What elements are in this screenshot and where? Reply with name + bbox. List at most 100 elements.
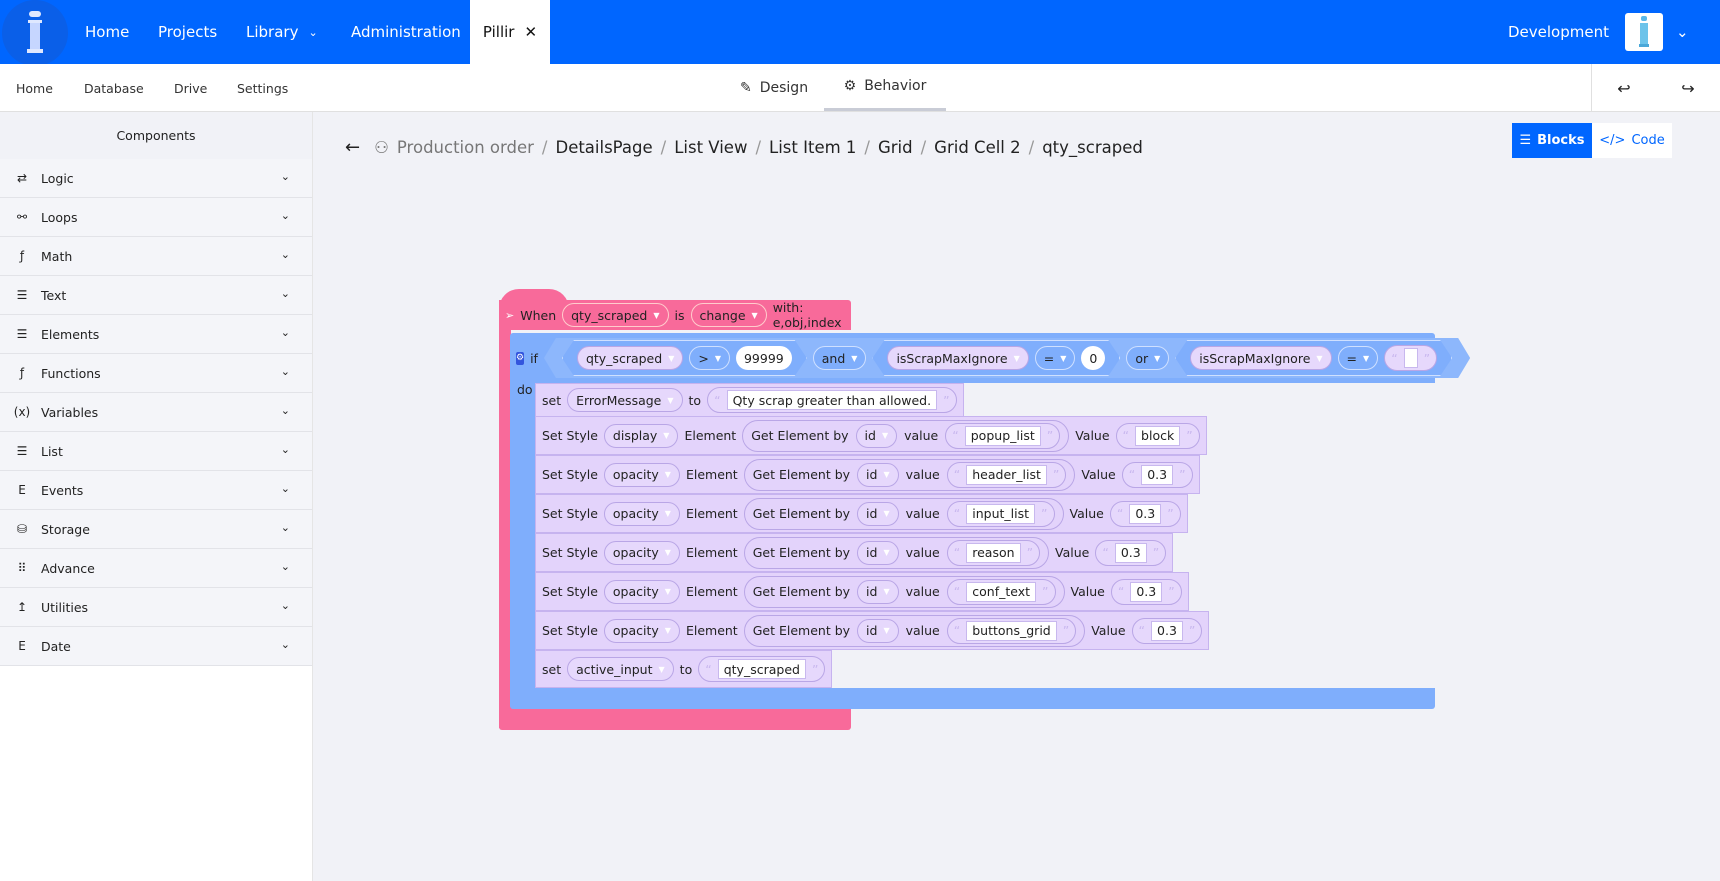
sidebar-item-utilities[interactable]: ↥ Utilities ⌄ [0, 588, 312, 627]
operator-dropdown[interactable]: > ▼ [689, 346, 730, 370]
variable-dropdown[interactable]: active_input ▼ [567, 657, 674, 681]
string-field[interactable]: qty_scraped [717, 659, 806, 679]
set-style-block[interactable]: Set Style opacity ▼ Element Get Element b… [535, 572, 1189, 611]
breadcrumb-item[interactable]: qty_scraped [1042, 138, 1143, 157]
string-field[interactable]: 0.3 [1114, 542, 1147, 563]
sidebar-item-text[interactable]: ☰ Text ⌄ [0, 276, 312, 315]
style-property-dropdown[interactable]: opacity ▼ [603, 501, 680, 526]
set-active-input-block[interactable]: set active_input ▼ to “ qty_scraped ” [535, 650, 833, 688]
breadcrumb-item[interactable]: DetailsPage [555, 138, 652, 157]
sidebar-item-date[interactable]: E Date ⌄ [0, 627, 312, 666]
string-field[interactable]: 0.3 [1151, 620, 1183, 641]
selector-dropdown[interactable]: id ▼ [855, 423, 898, 448]
nav-projects[interactable]: Projects [158, 0, 217, 64]
string-field[interactable]: popup_list [964, 425, 1041, 446]
operator-dropdown[interactable]: = ▼ [1035, 346, 1076, 370]
tab-design[interactable]: ✎ Design [740, 64, 808, 111]
get-element-block[interactable]: Get Element by id ▼ value “ input_list ” [743, 497, 1064, 530]
chevron-down-icon[interactable]: ⌄ [281, 638, 290, 651]
chevron-down-icon[interactable]: ⌄ [281, 287, 290, 300]
chevron-down-icon[interactable]: ⌄ [281, 326, 290, 339]
event-block[interactable]: ➢ When qty_scraped ▼ is change ▼ with: e,o… [499, 300, 851, 330]
breadcrumb-item[interactable]: List Item 1 [769, 138, 856, 157]
chevron-down-icon[interactable]: ⌄ [281, 170, 290, 183]
event-dropdown[interactable]: change ▼ [690, 303, 767, 327]
string-block[interactable]: “ 0.3 ” [1095, 539, 1167, 566]
string-field[interactable]: buttons_grid [966, 620, 1057, 641]
nav-administration[interactable]: Administration [351, 0, 461, 64]
compare-ignore-block[interactable]: isScrapMaxIgnore ▼ = ▼ 0 [872, 340, 1120, 376]
string-block[interactable]: “ popup_list ” [945, 422, 1061, 449]
string-field[interactable]: input_list [966, 503, 1036, 524]
app-logo[interactable] [1625, 13, 1663, 51]
set-style-block[interactable]: Set Style opacity ▼ Element Get Element b… [535, 494, 1188, 533]
string-block[interactable]: “ input_list ” [946, 500, 1055, 527]
sidebar-item-functions[interactable]: ƒ Functions ⌄ [0, 354, 312, 393]
subnav-drive[interactable]: Drive [174, 64, 207, 112]
code-button[interactable]: </> Code [1592, 123, 1672, 158]
string-block[interactable]: “ reason ” [946, 539, 1041, 566]
string-field[interactable]: conf_text [966, 581, 1037, 602]
string-field[interactable]: block [1135, 425, 1181, 446]
set-error-message-block[interactable]: set ErrorMessage ▼ to “ Qty scrap greater … [535, 383, 964, 417]
style-property-dropdown[interactable]: display ▼ [603, 423, 679, 448]
string-field[interactable]: header_list [966, 464, 1047, 485]
gear-icon[interactable]: ⚙ [516, 351, 525, 365]
if-block[interactable]: ⚙ if qty_scraped ▼ > ▼ 99999 and ▼ isScrapM… [510, 333, 1435, 383]
close-icon[interactable]: ✕ [524, 23, 537, 41]
subnav-database[interactable]: Database [84, 64, 144, 112]
and-dropdown[interactable]: and ▼ [813, 346, 867, 370]
string-field[interactable] [1404, 348, 1418, 368]
or-dropdown[interactable]: or ▼ [1126, 346, 1169, 370]
selector-dropdown[interactable]: id ▼ [857, 579, 899, 604]
chevron-down-icon[interactable]: ⌄ [281, 365, 290, 378]
chevron-down-icon[interactable]: ⌄ [281, 599, 290, 612]
string-field[interactable]: 0.3 [1130, 581, 1163, 602]
chevron-down-icon[interactable]: ⌄ [281, 443, 290, 456]
style-property-dropdown[interactable]: opacity ▼ [603, 579, 680, 604]
blocks-button[interactable]: ☰ Blocks [1512, 123, 1592, 158]
chevron-down-icon[interactable]: ⌄ [281, 560, 290, 573]
redo-icon[interactable]: ↪ [1681, 79, 1694, 98]
string-block[interactable]: “ 0.3 ” [1131, 617, 1203, 644]
chevron-down-icon[interactable]: ⌄ [281, 482, 290, 495]
string-block[interactable]: “ block ” [1115, 422, 1200, 449]
string-field[interactable]: 0.3 [1141, 464, 1174, 485]
chevron-down-icon[interactable]: ⌄ [281, 404, 290, 417]
string-field[interactable]: Qty scrap greater than allowed. [726, 390, 938, 410]
set-style-block[interactable]: Set Style opacity ▼ Element Get Element b… [535, 533, 1174, 572]
sidebar-item-elements[interactable]: ☰ Elements ⌄ [0, 315, 312, 354]
set-style-block[interactable]: Set Style opacity ▼ Element Get Element b… [535, 611, 1210, 650]
environment-label[interactable]: Development [1508, 0, 1609, 64]
string-block[interactable]: “ 0.3 ” [1110, 578, 1182, 605]
sidebar-item-advance[interactable]: ⠿ Advance ⌄ [0, 549, 312, 588]
string-field[interactable]: reason [966, 542, 1021, 563]
selector-dropdown[interactable]: id ▼ [857, 462, 899, 487]
back-arrow-icon[interactable]: ← [345, 137, 360, 158]
operator-dropdown[interactable]: = ▼ [1338, 346, 1379, 370]
sidebar-item-logic[interactable]: ⇄ Logic ⌄ [0, 159, 312, 198]
subnav-home[interactable]: Home [16, 64, 53, 112]
variable-dropdown[interactable]: isScrapMaxIgnore ▼ [1190, 346, 1331, 370]
sidebar-item-events[interactable]: E Events ⌄ [0, 471, 312, 510]
get-element-block[interactable]: Get Element by id ▼ value “ conf_text ” [743, 575, 1065, 608]
string-block[interactable]: “ buttons_grid ” [946, 617, 1077, 644]
compare-qty-block[interactable]: qty_scraped ▼ > ▼ 99999 [562, 340, 807, 376]
undo-icon[interactable]: ↩ [1617, 79, 1630, 98]
selector-dropdown[interactable]: id ▼ [857, 501, 899, 526]
style-property-dropdown[interactable]: opacity ▼ [603, 540, 680, 565]
sidebar-item-storage[interactable]: ⛁ Storage ⌄ [0, 510, 312, 549]
set-style-block[interactable]: Set Style display ▼ Element Get Element b… [535, 416, 1207, 455]
style-property-dropdown[interactable]: opacity ▼ [603, 618, 680, 643]
number-field[interactable]: 99999 [736, 346, 792, 370]
open-tab-pillir[interactable]: Pillir ✕ [470, 0, 550, 64]
get-element-block[interactable]: Get Element by id ▼ value “ header_list ” [743, 458, 1076, 491]
tab-behavior[interactable]: ⚙ Behavior [824, 64, 946, 111]
breadcrumb-item[interactable]: List View [674, 138, 747, 157]
nav-library[interactable]: Library ⌄ [246, 0, 318, 64]
chevron-down-icon[interactable]: ⌄ [281, 521, 290, 534]
breadcrumb-item[interactable]: Production order [397, 138, 534, 157]
string-block[interactable]: “ header_list ” [946, 461, 1067, 488]
chevron-down-icon[interactable]: ⌄ [281, 248, 290, 261]
string-block[interactable]: “ conf_text ” [946, 578, 1056, 605]
